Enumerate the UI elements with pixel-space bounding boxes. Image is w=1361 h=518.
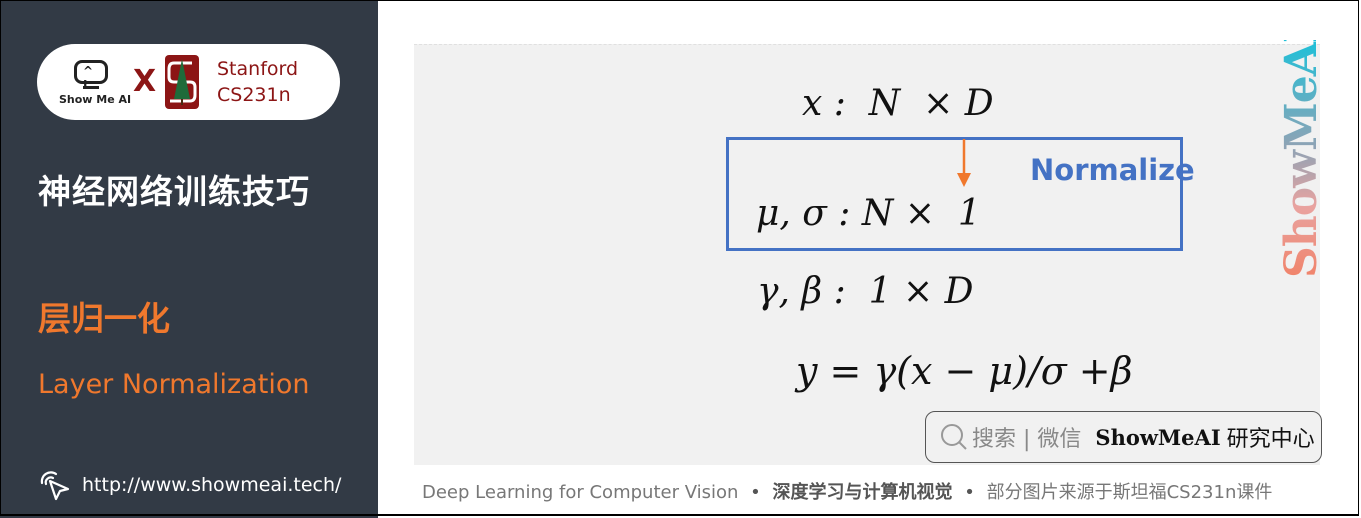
page-frame	[0, 0, 1359, 516]
